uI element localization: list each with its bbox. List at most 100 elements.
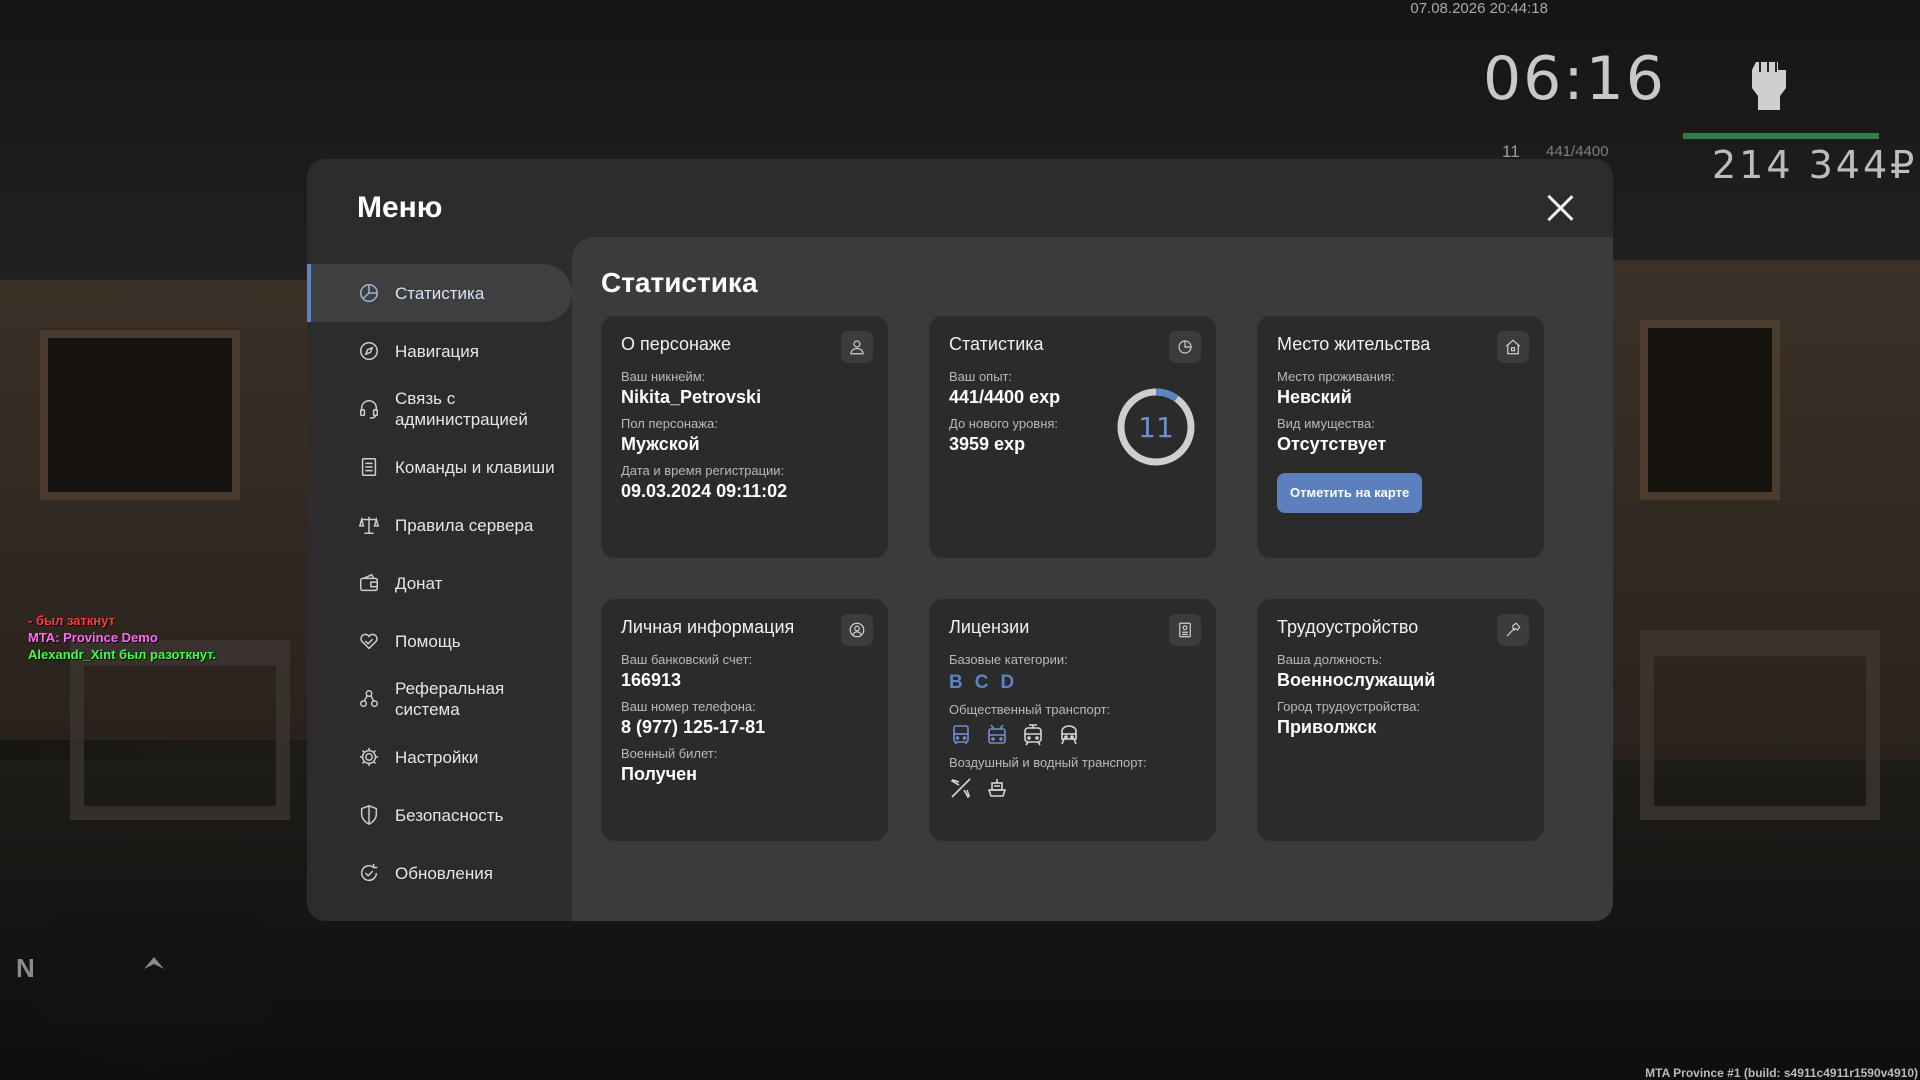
menu-window: Меню Статистика Навигация Связь с админи… xyxy=(307,159,1613,921)
content-panel: Статистика О персонаже Ваш никнейм: Niki… xyxy=(572,237,1613,921)
shield-icon xyxy=(357,803,381,827)
sidebar-item-updates[interactable]: Обновления xyxy=(307,844,572,902)
registration-label: Дата и время регистрации: xyxy=(621,463,785,478)
sidebar-item-label: Статистика xyxy=(395,283,485,303)
sidebar-item-label: Обновления xyxy=(395,863,493,883)
hud-datetime: 07.08.2026 20:44:18 xyxy=(1410,0,1548,17)
level-number: 11 xyxy=(1138,410,1174,444)
sidebar-item-referral[interactable]: Реферальная система xyxy=(307,670,572,728)
job-city-label: Город трудоустройства: xyxy=(1277,699,1421,714)
ship-icon xyxy=(987,779,1007,797)
public-transport-label: Общественный транспорт: xyxy=(949,702,1111,717)
fist-weapon-icon xyxy=(1752,62,1786,110)
property-type-value: Отсутствует xyxy=(1277,434,1387,454)
sidebar: Статистика Навигация Связь с администрац… xyxy=(307,264,572,902)
document-list-icon xyxy=(357,455,381,479)
refresh-check-icon xyxy=(357,861,381,885)
scales-icon xyxy=(357,513,381,537)
compass-icon xyxy=(357,339,381,363)
statistics-card: Статистика Ваш опыт: 441/4400 exp До нов… xyxy=(929,316,1216,558)
page-title: Статистика xyxy=(601,267,758,298)
sidebar-item-label: Реферальная система xyxy=(395,679,505,719)
pie-chart-icon xyxy=(1169,331,1201,363)
exp-label: Ваш опыт: xyxy=(949,369,1013,384)
chat-line: MTA: Province Demo xyxy=(28,630,158,645)
sidebar-item-label: Команды и клавиши xyxy=(395,457,555,477)
license-category: D xyxy=(1000,672,1015,693)
air-water-transport-label: Воздушный и водный транспорт: xyxy=(949,755,1147,770)
registration-value: 09.03.2024 09:11:02 xyxy=(621,481,788,501)
tram-icon xyxy=(1024,724,1042,746)
hud-clock: 06:16 xyxy=(1483,44,1666,114)
air-water-transport-icons xyxy=(949,776,1196,800)
minimap xyxy=(30,880,280,1070)
menu-title: Меню xyxy=(357,191,443,224)
military-id-label: Военный билет: xyxy=(621,746,718,761)
plane-icon xyxy=(950,778,971,799)
card-title: Лицензии xyxy=(949,617,1030,637)
personal-info-card: Личная информация Ваш банковский счет: 1… xyxy=(601,599,888,841)
card-title: Трудоустройство xyxy=(1277,617,1419,637)
character-card: О персонаже Ваш никнейм: Nikita_Petrovsk… xyxy=(601,316,888,558)
compass-north: N xyxy=(16,953,35,983)
job-position-label: Ваша должность: xyxy=(1277,652,1383,667)
hud-exp: 441/4400 xyxy=(1546,143,1609,160)
sidebar-item-label: Помощь xyxy=(395,631,461,651)
sidebar-item-commands[interactable]: Команды и клавиши xyxy=(307,438,572,496)
chat-line: - был заткнут xyxy=(28,613,115,628)
chat-log: - был заткнут MTA: Province Demo Alexand… xyxy=(28,612,216,663)
military-id-value: Получен xyxy=(621,764,698,784)
sidebar-item-contact-admin[interactable]: Связь с администрацией xyxy=(307,380,572,438)
sidebar-item-settings[interactable]: Настройки xyxy=(307,728,572,786)
licenses-card: Лицензии Базовые категории: B C D Общест… xyxy=(929,599,1216,841)
sidebar-item-security[interactable]: Безопасность xyxy=(307,786,572,844)
residence-place-value: Невский xyxy=(1277,387,1352,407)
sidebar-item-label: Навигация xyxy=(395,341,479,361)
referral-users-icon xyxy=(357,687,381,711)
sidebar-item-rules[interactable]: Правила сервера xyxy=(307,496,572,554)
card-title: Личная информация xyxy=(621,617,795,637)
job-position-value: Военнослужащий xyxy=(1277,670,1436,690)
sidebar-item-label: Правила сервера xyxy=(395,515,534,535)
bank-account-label: Ваш банковский счет: xyxy=(621,652,753,667)
close-button[interactable] xyxy=(1545,193,1575,223)
user-icon xyxy=(841,331,873,363)
license-categories: B C D xyxy=(949,672,1196,694)
employment-card: Трудоустройство Ваша должность: Военносл… xyxy=(1257,599,1544,841)
chat-line: Alexandr_Xint был разоткнут. xyxy=(28,647,217,662)
train-icon xyxy=(1061,725,1077,745)
phone-label: Ваш номер телефона: xyxy=(621,699,756,714)
sidebar-item-label: Донат xyxy=(395,573,443,593)
job-city-value: Приволжск xyxy=(1277,717,1377,737)
sidebar-item-donate[interactable]: Донат xyxy=(307,554,572,612)
user-circle-icon xyxy=(841,614,873,646)
sidebar-item-label: Настройки xyxy=(395,747,479,767)
license-category: B xyxy=(949,672,963,693)
property-type-label: Вид имущества: xyxy=(1277,416,1375,431)
sidebar-item-help[interactable]: Помощь xyxy=(307,612,572,670)
sidebar-item-navigation[interactable]: Навигация xyxy=(307,322,572,380)
headset-icon xyxy=(357,397,381,421)
gender-value: Мужской xyxy=(621,434,700,454)
hud-health-bar xyxy=(1683,133,1879,139)
card-title: О персонаже xyxy=(621,334,731,354)
mark-on-map-button[interactable]: Отметить на карте xyxy=(1277,473,1423,513)
license-document-icon xyxy=(1169,614,1201,646)
residence-card: Место жительства Место проживания: Невск… xyxy=(1257,316,1544,558)
sidebar-item-statistics[interactable]: Статистика xyxy=(307,264,572,322)
hammer-icon xyxy=(1497,614,1529,646)
license-category: C xyxy=(974,672,989,693)
bus-icon xyxy=(953,725,969,744)
phone-value: 8 (977) 125-17-81 xyxy=(621,717,766,737)
residence-place-label: Место проживания: xyxy=(1277,369,1395,384)
gear-icon xyxy=(357,745,381,769)
pie-chart-icon xyxy=(357,281,381,305)
gender-label: Пол персонажа: xyxy=(621,416,718,431)
card-title: Место жительства xyxy=(1277,334,1431,354)
nickname-label: Ваш никнейм: xyxy=(621,369,706,384)
bank-account-value: 166913 xyxy=(621,670,682,690)
sidebar-item-label: Безопасность xyxy=(395,805,504,825)
trolleybus-icon xyxy=(988,724,1006,744)
public-transport-icons xyxy=(949,723,1196,747)
heart-hand-icon xyxy=(357,629,381,653)
